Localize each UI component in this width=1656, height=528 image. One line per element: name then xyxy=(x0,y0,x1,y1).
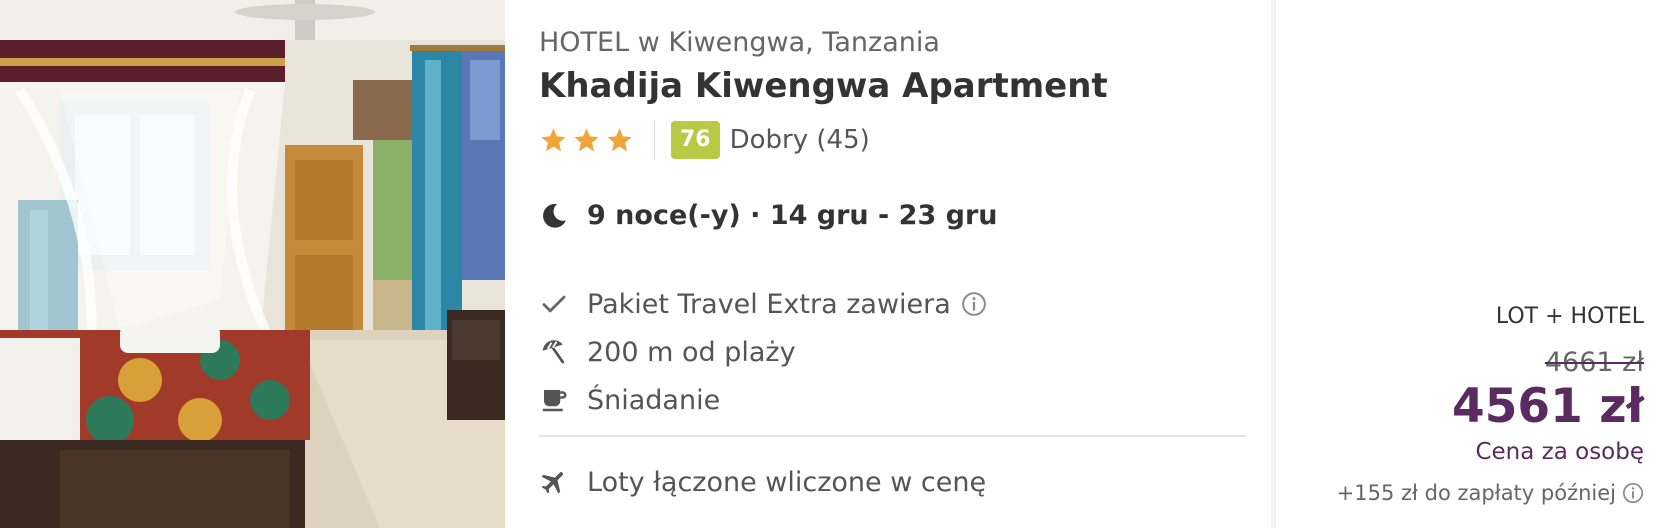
price-per-person-label: Cena za osobę xyxy=(1475,439,1644,465)
hotel-name[interactable]: Khadija Kiwengwa Apartment xyxy=(539,64,1271,108)
flights-info: Loty łączone wliczone w cenę xyxy=(539,460,986,504)
current-price: 4561 zł xyxy=(1452,379,1644,434)
feature-label: 200 m od plaży xyxy=(587,336,796,368)
star-rating xyxy=(539,126,634,155)
hotel-room-image xyxy=(0,0,505,528)
star-icon xyxy=(607,127,632,151)
later-fee-text: +155 zł do zapłaty później xyxy=(1336,481,1616,505)
later-fee: +155 zł do zapłaty później xyxy=(1337,478,1644,508)
feature-label: Śniadanie xyxy=(587,384,721,416)
rating-row: 76 Dobry (45) xyxy=(539,120,1271,160)
feature-list: Pakiet Travel Extra zawiera 200 m od pla… xyxy=(539,280,987,424)
old-price: 4661 zł xyxy=(1544,347,1644,378)
stay-dates-text: 9 noce(-y) · 14 gru - 23 gru xyxy=(587,200,998,231)
coffee-cup-icon xyxy=(542,390,567,412)
airplane-icon xyxy=(541,472,563,494)
offer-details: HOTEL w Kiwengwa, Tanzania Khadija Kiwen… xyxy=(505,0,1271,528)
score-badge: 76 xyxy=(671,121,720,159)
hotel-location: HOTEL w Kiwengwa, Tanzania xyxy=(539,27,940,58)
feature-package: Pakiet Travel Extra zawiera xyxy=(539,280,987,328)
feature-label: Pakiet Travel Extra zawiera xyxy=(587,288,951,320)
info-icon[interactable] xyxy=(1622,482,1644,504)
price-block: LOT + HOTEL 4661 zł 4561 zł Cena za osob… xyxy=(1337,302,1644,508)
star-icon xyxy=(574,127,599,151)
price-panel[interactable]: LOT + HOTEL 4661 zł 4561 zł Cena za osob… xyxy=(1275,0,1656,528)
flights-label: Loty łączone wliczone w cenę xyxy=(587,466,987,498)
star-icon xyxy=(541,127,566,151)
hotel-photo[interactable] xyxy=(0,0,505,528)
feature-beach-distance: 200 m od plaży xyxy=(539,328,987,376)
info-icon[interactable] xyxy=(961,291,987,317)
stay-dates: 9 noce(-y) · 14 gru - 23 gru xyxy=(539,200,998,231)
review-summary[interactable]: Dobry (45) xyxy=(730,125,870,155)
section-divider xyxy=(539,435,1246,437)
rating-divider xyxy=(654,120,655,160)
feature-breakfast: Śniadanie xyxy=(539,376,987,424)
offer-card[interactable]: HOTEL w Kiwengwa, Tanzania Khadija Kiwen… xyxy=(0,0,1656,528)
package-type: LOT + HOTEL xyxy=(1495,304,1644,329)
beach-umbrella-icon xyxy=(542,340,565,364)
check-icon xyxy=(542,295,566,313)
moon-icon xyxy=(543,203,566,228)
